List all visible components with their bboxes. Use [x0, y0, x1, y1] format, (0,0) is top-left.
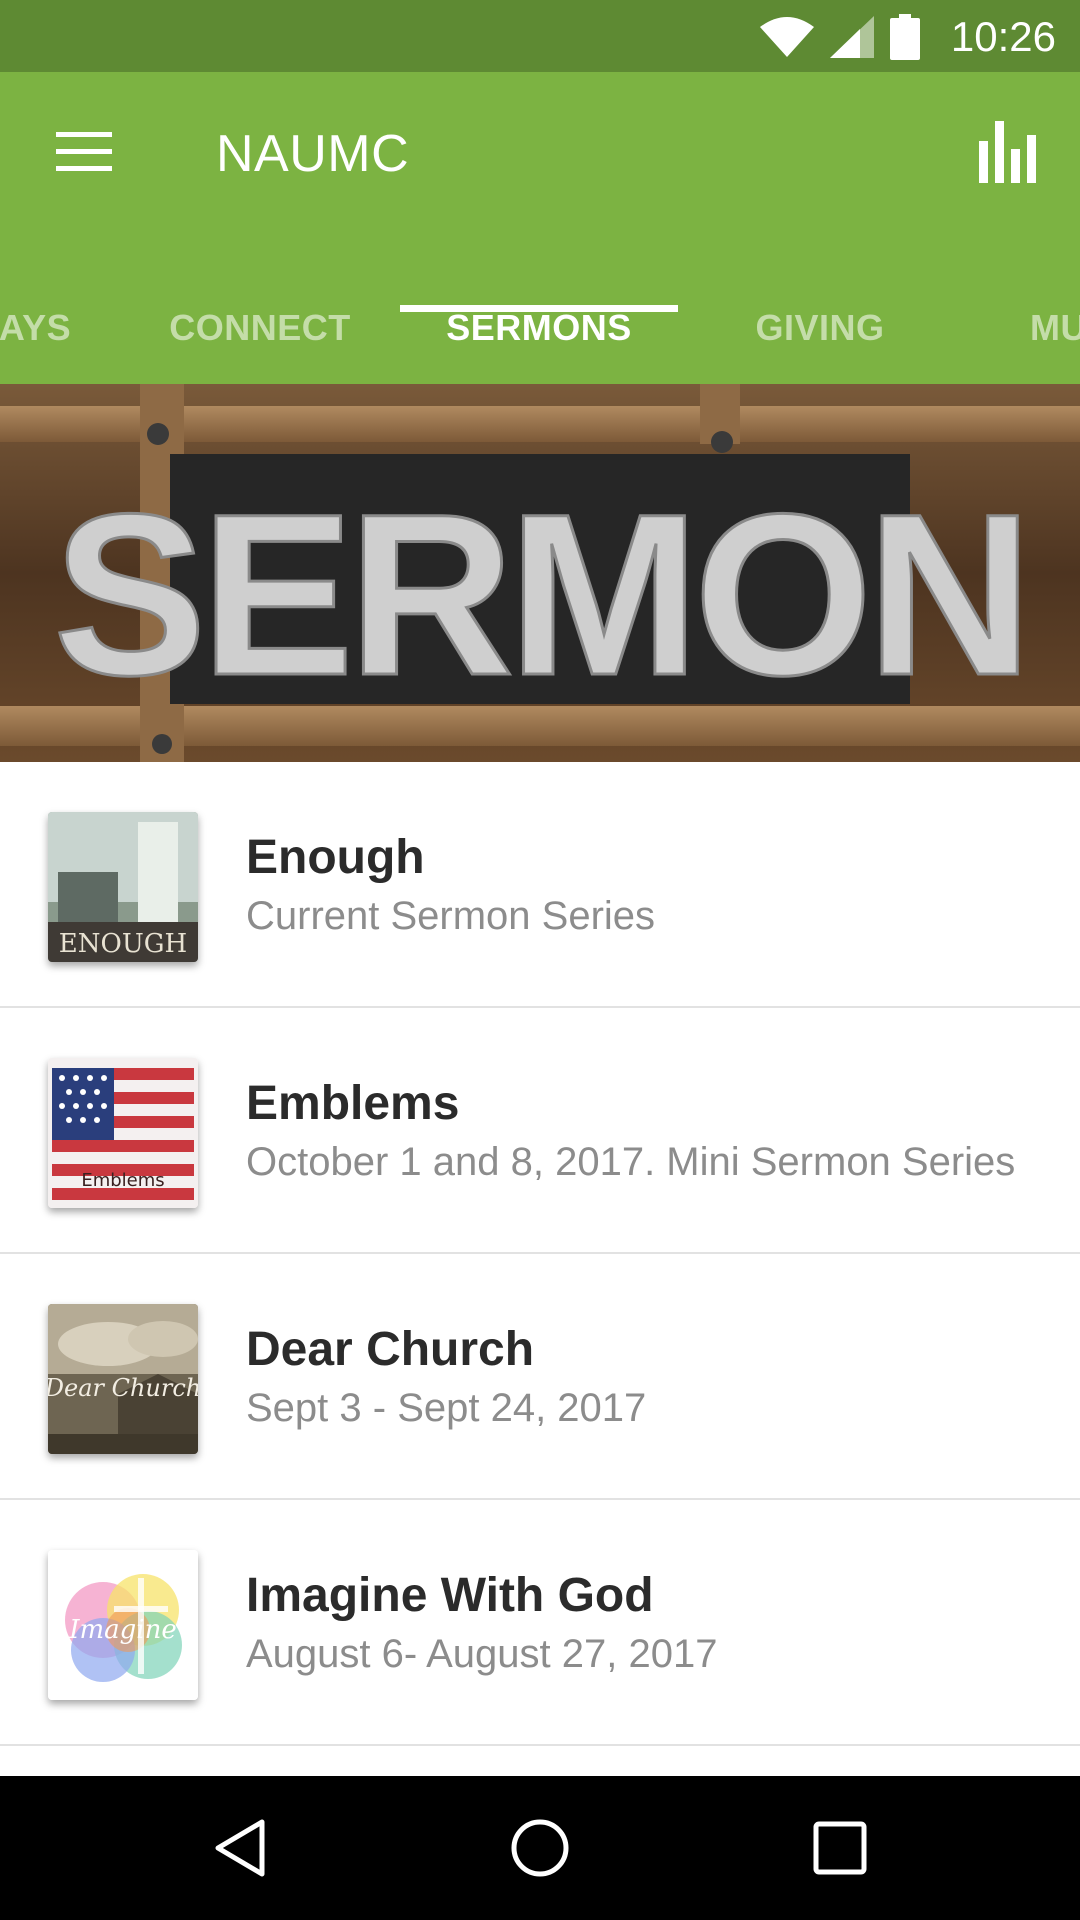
sermon-title: Enough: [246, 831, 425, 884]
home-icon: [511, 1819, 569, 1877]
list-item[interactable]: Imagine Imagine With God August 6- Augus…: [0, 1500, 1080, 1746]
svg-text:Emblems: Emblems: [81, 1170, 164, 1191]
system-nav-bar: [0, 1776, 1080, 1920]
list-item[interactable]: Dear Church Dear Church Sept 3 - Sept 24…: [0, 1254, 1080, 1500]
battery-icon: [890, 14, 920, 60]
sermon-subtitle: August 6- August 27, 2017: [246, 1632, 718, 1676]
sermon-thumbnail: ENOUGH: [48, 812, 198, 962]
tab-days[interactable]: AYS: [0, 272, 80, 384]
hero-text: SERMON: [53, 466, 1027, 723]
tab-connect[interactable]: CONNECT: [150, 272, 370, 384]
sermon-subtitle: Sept 3 - Sept 24, 2017: [246, 1386, 647, 1430]
sermon-title: Dear Church: [246, 1323, 535, 1376]
back-button[interactable]: [190, 1798, 290, 1898]
menu-button[interactable]: [36, 112, 132, 192]
tab-music[interactable]: MU: [1030, 272, 1080, 384]
tab-sermons[interactable]: SERMONS: [400, 272, 678, 384]
list-item[interactable]: ENOUGH Enough Current Sermon Series: [0, 762, 1080, 1008]
recents-icon: [813, 1821, 867, 1875]
wifi-icon: [760, 17, 814, 57]
status-bar: 10:26: [0, 0, 1080, 72]
sermon-thumbnail: Imagine: [48, 1550, 198, 1700]
sermon-subtitle: Current Sermon Series: [246, 894, 656, 938]
sermon-hero-banner: SERMON: [0, 384, 1080, 762]
app-title: NAUMC: [216, 125, 410, 183]
sermon-title: Emblems: [246, 1077, 460, 1130]
hamburger-menu-icon: [56, 132, 112, 171]
tab-giving[interactable]: GIVING: [710, 272, 930, 384]
svg-text:Dear Church: Dear Church: [48, 1374, 198, 1402]
sermon-thumbnail: Emblems: [48, 1058, 198, 1208]
active-tab-indicator: [400, 305, 678, 312]
status-icons: [760, 14, 920, 60]
app-bar: NAUMC AYS CONNECT SERMONS GIVING MU: [0, 72, 1080, 384]
stats-button[interactable]: [968, 112, 1048, 192]
home-button[interactable]: [490, 1798, 590, 1898]
signal-icon: [830, 16, 874, 58]
list-item[interactable]: Emblems Emblems October 1 and 8, 2017. M…: [0, 1008, 1080, 1254]
status-time: 10:26: [950, 13, 1056, 60]
recents-button[interactable]: [790, 1798, 890, 1898]
back-icon: [215, 1819, 265, 1877]
svg-text:ENOUGH: ENOUGH: [59, 929, 187, 959]
bar-chart-icon: [979, 121, 1036, 183]
tab-bar: AYS CONNECT SERMONS GIVING MU: [0, 272, 1080, 384]
sermon-subtitle: October 1 and 8, 2017. Mini Sermon Serie…: [246, 1140, 1016, 1184]
sermon-title: Imagine With God: [246, 1569, 654, 1622]
sermon-thumbnail: Dear Church: [48, 1304, 198, 1454]
svg-text:Imagine: Imagine: [68, 1615, 177, 1645]
sermon-list: ENOUGH Enough Current Sermon Series Embl…: [0, 762, 1080, 1746]
